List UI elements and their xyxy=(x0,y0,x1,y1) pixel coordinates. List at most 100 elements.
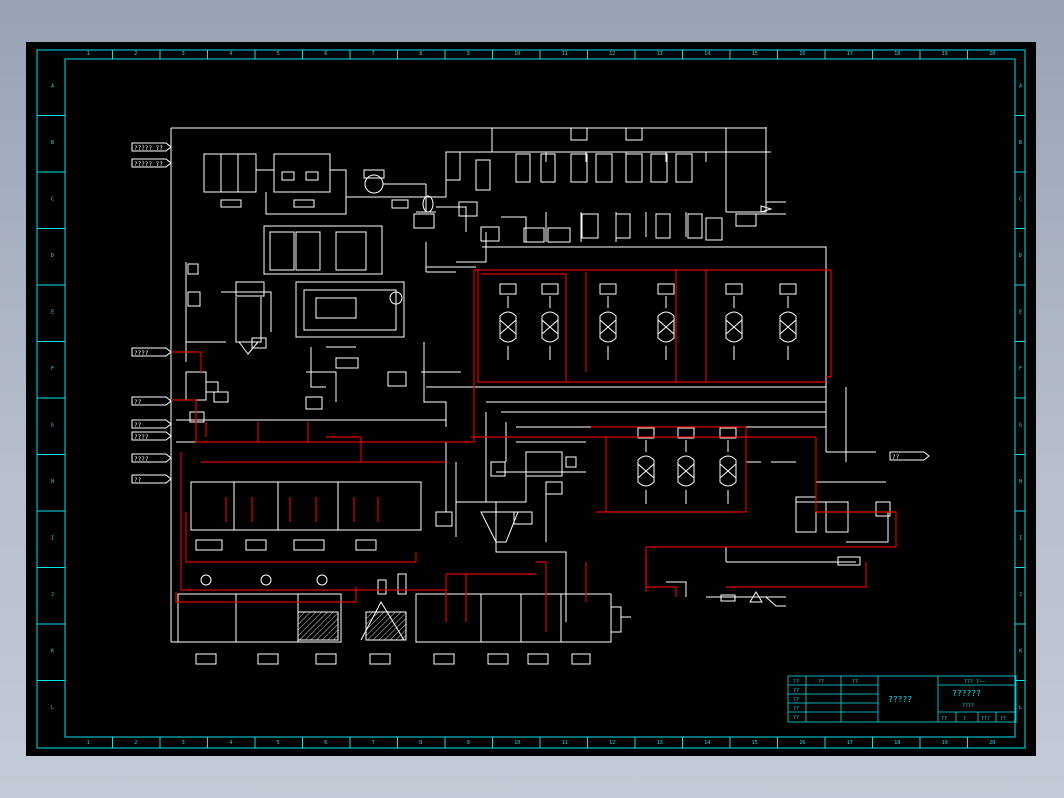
frame-row-label: H xyxy=(1019,479,1022,485)
frame-column-label: 15 xyxy=(752,51,758,57)
drawing-subtitle: ???? xyxy=(962,703,974,709)
resin-column-vessel xyxy=(499,296,517,360)
frame-column-label: 13 xyxy=(657,740,663,746)
column-tag xyxy=(541,283,559,295)
frame-row-label: K xyxy=(1019,648,1022,654)
frame-row-label: A xyxy=(1019,83,1022,89)
frame-row-label: I xyxy=(1019,535,1022,541)
frame-column-label: 11 xyxy=(562,740,568,746)
inlet-label-left-2: ?? xyxy=(134,399,142,406)
frame-column-label: 8 xyxy=(419,740,422,746)
frame-column-label: 12 xyxy=(609,51,615,57)
frame-column-label: 10 xyxy=(514,740,520,746)
resin-column-vessel xyxy=(599,296,617,360)
resin-column-vessel xyxy=(719,440,737,504)
frame-column-label: 2 xyxy=(134,740,137,746)
drawing-frame xyxy=(36,49,1026,749)
resin-column-vessel xyxy=(779,296,797,360)
frame-column-label: 18 xyxy=(894,51,900,57)
frame-column-label: 8 xyxy=(419,51,422,57)
title-header-1: ?? xyxy=(818,679,824,685)
inlet-label-left-5: ???? xyxy=(134,456,149,463)
inlet-label-left-1: ???? xyxy=(134,350,149,357)
title-center-text: ????? xyxy=(888,695,912,704)
frame-row-label: G xyxy=(1019,422,1022,428)
frame-column-label: 11 xyxy=(562,51,568,57)
resin-column-vessel xyxy=(725,296,743,360)
frame-column-label: 3 xyxy=(182,740,185,746)
frame-row-label: J xyxy=(51,592,54,598)
frame-column-label: 6 xyxy=(324,740,327,746)
frame-column-label: 1 xyxy=(87,740,90,746)
inlet-labels: ????? ?? ????? ?? ???? ?? ?? ???? ???? ?… xyxy=(134,145,900,484)
outlet-label-right: ?? xyxy=(892,454,900,461)
title-label-5: ?? xyxy=(793,715,799,721)
inlet-label-left-6: ?? xyxy=(134,477,142,484)
column-tag xyxy=(725,283,743,295)
title-bottom-4: ?? xyxy=(1000,716,1006,722)
column-tag xyxy=(657,283,675,295)
frame-row-label: E xyxy=(51,309,54,315)
frame-column-label: 17 xyxy=(847,51,853,57)
title-label-2: ?? xyxy=(793,688,799,694)
title-label-4: ?? xyxy=(793,706,799,712)
column-tag xyxy=(499,283,517,295)
frame-column-label: 9 xyxy=(467,740,470,746)
resin-column-vessel xyxy=(657,296,675,360)
title-bottom-2: ? xyxy=(963,716,966,722)
inlet-label-top-1: ????? ?? xyxy=(134,145,163,152)
frame-column-label: 20 xyxy=(989,740,995,746)
frame-row-label: J xyxy=(1019,592,1022,598)
frame-column-label: 3 xyxy=(182,51,185,57)
frame-row-label: L xyxy=(1019,705,1022,711)
inlet-label-left-3: ?? xyxy=(134,422,142,429)
frame-row-label: L xyxy=(51,705,54,711)
frame-row-label: E xyxy=(1019,309,1022,315)
frame-column-label: 19 xyxy=(942,740,948,746)
title-bottom-3: ??? xyxy=(981,716,990,722)
column-tag xyxy=(779,283,797,295)
frame-row-label: B xyxy=(51,140,54,146)
title-top-right: ??? ?—— xyxy=(964,679,986,685)
title-header-2: ?? xyxy=(852,679,858,685)
frame-column-label: 5 xyxy=(277,740,280,746)
frame-column-label: 10 xyxy=(514,51,520,57)
frame-column-label: 20 xyxy=(989,51,995,57)
frame-column-label: 19 xyxy=(942,51,948,57)
frame-column-label: 18 xyxy=(894,740,900,746)
frame-column-label: 14 xyxy=(704,51,710,57)
frame-row-label: A xyxy=(51,83,54,89)
inlet-label-left-4: ???? xyxy=(134,434,149,441)
frame-column-label: 4 xyxy=(229,740,232,746)
frame-column-label: 16 xyxy=(799,740,805,746)
frame-row-label: H xyxy=(51,479,54,485)
frame-column-label: 12 xyxy=(609,740,615,746)
frame-column-label: 6 xyxy=(324,51,327,57)
frame-column-label: 7 xyxy=(372,740,375,746)
column-tag xyxy=(599,283,617,295)
resin-column-vessel xyxy=(541,296,559,360)
frame-row-label: G xyxy=(51,422,54,428)
resin-column-vessel xyxy=(677,440,695,504)
drawing-title: ?????? xyxy=(952,689,981,698)
process-flow-diagram: 1122334455667788991010111112121313141415… xyxy=(36,49,1026,749)
frame-row-label: D xyxy=(51,253,54,259)
title-label-3: ?? xyxy=(793,697,799,703)
frame-column-label: 1 xyxy=(87,51,90,57)
frame-row-label: F xyxy=(51,366,54,372)
frame-column-label: 13 xyxy=(657,51,663,57)
frame-column-label: 14 xyxy=(704,740,710,746)
resin-column-vessel xyxy=(637,440,655,504)
frame-column-label: 2 xyxy=(134,51,137,57)
frame-column-label: 16 xyxy=(799,51,805,57)
frame-row-label: B xyxy=(1019,140,1022,146)
frame-row-label: I xyxy=(51,535,54,541)
frame-column-label: 7 xyxy=(372,51,375,57)
drawing-sheet: 1 1 2 2 3 3 4 4 5 5 6 6 7 7 8 8 9 9 10 10 11 11 12 12 13 13 14 14 15… xyxy=(26,42,1036,756)
frame-column-label: 5 xyxy=(277,51,280,57)
frame-column-label: 17 xyxy=(847,740,853,746)
frame-row-label: C xyxy=(1019,196,1022,202)
title-label-1: ?? xyxy=(793,679,799,685)
title-bottom-1: ?? xyxy=(941,716,947,722)
inlet-label-top-2: ????? ?? xyxy=(134,161,163,168)
